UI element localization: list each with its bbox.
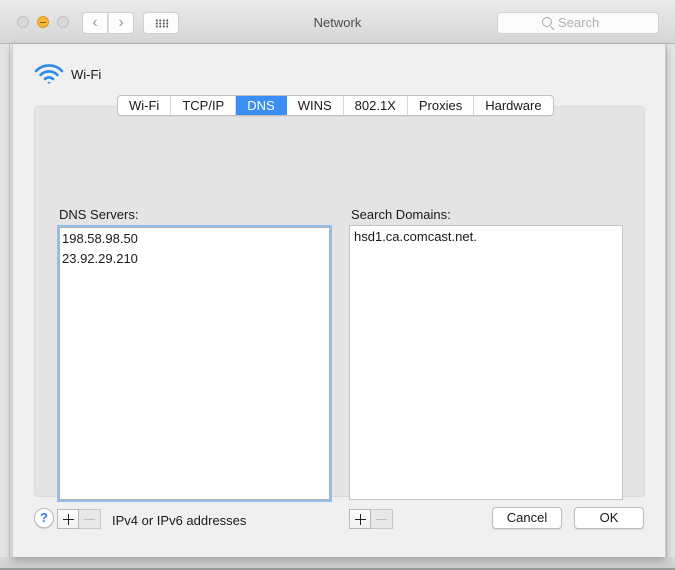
question-icon: ? (40, 510, 48, 525)
dns-add-remove-control (57, 509, 101, 529)
window-background-right (666, 44, 675, 570)
title-bar: ‹ › Network Search (0, 0, 675, 44)
interface-name: Wi-Fi (71, 67, 102, 82)
tab-proxies[interactable]: Proxies (408, 96, 475, 115)
tab-tcpip[interactable]: TCP/IP (171, 96, 237, 115)
tab-8021x[interactable]: 802.1X (344, 96, 408, 115)
cancel-button[interactable]: Cancel (492, 507, 562, 529)
wifi-icon (34, 64, 64, 84)
dns-hint: IPv4 or IPv6 addresses (112, 513, 247, 528)
dns-servers-list[interactable]: 198.58.98.50 23.92.29.210 (57, 225, 332, 502)
remove-search-domain-button[interactable] (371, 509, 393, 529)
search-field[interactable]: Search (497, 12, 659, 34)
tab-wifi[interactable]: Wi-Fi (118, 96, 172, 115)
search-icon (542, 17, 552, 27)
advanced-settings-sheet: Wi-Fi DNS Servers: Search Domains: 198.5… (12, 44, 666, 557)
dns-server-item[interactable]: 23.92.29.210 (60, 249, 329, 269)
tab-wins[interactable]: WINS (287, 96, 344, 115)
search-domains-label: Search Domains: (351, 207, 451, 222)
tab-bar: Wi-Fi TCP/IP DNS WINS 802.1X Proxies Har… (117, 95, 554, 116)
search-domains-list[interactable]: hsd1.ca.comcast.net. (349, 225, 623, 500)
ok-button[interactable]: OK (574, 507, 644, 529)
tab-hardware[interactable]: Hardware (474, 96, 552, 115)
tab-dns[interactable]: DNS (236, 96, 287, 115)
window-background-bottom (0, 557, 675, 570)
remove-dns-server-button[interactable] (79, 509, 101, 529)
window-background-left (0, 44, 10, 570)
dns-servers-label: DNS Servers: (59, 207, 139, 222)
network-window: ‹ › Network Search Wi-Fi DNS Servers: Se… (0, 0, 675, 570)
settings-group-box: DNS Servers: Search Domains: 198.58.98.5… (34, 106, 645, 529)
search-placeholder: Search (558, 15, 600, 30)
domain-add-remove-control (349, 509, 393, 529)
help-button[interactable]: ? (34, 508, 54, 528)
dns-server-item[interactable]: 198.58.98.50 (60, 229, 329, 249)
search-domain-item[interactable]: hsd1.ca.comcast.net. (351, 227, 622, 247)
add-search-domain-button[interactable] (349, 509, 371, 529)
add-dns-server-button[interactable] (57, 509, 79, 529)
